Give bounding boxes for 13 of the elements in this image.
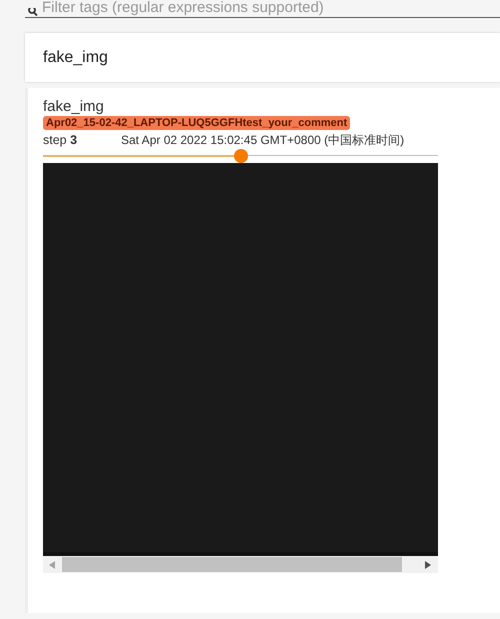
image-tag: fake_img [43, 98, 104, 116]
slider-thumb[interactable] [234, 149, 248, 163]
step-label: step 3 [43, 132, 78, 148]
horizontal-scrollbar[interactable] [43, 556, 438, 573]
scroll-left-icon[interactable] [49, 560, 55, 568]
card-title: fake_img [43, 48, 108, 68]
run-chip: Apr02_15-02-42_LAPTOP-LUQ5GGFHtest_your_comment [43, 116, 350, 130]
scrollbar-thumb[interactable] [62, 557, 402, 572]
timestamp: Sat Apr 02 2022 15:02:45 GMT+0800 (中国标准时间) [121, 132, 404, 148]
search-icon [28, 8, 38, 16]
scroll-right-icon[interactable] [425, 560, 431, 568]
search-field[interactable]: Filter tags (regular expressions supported) [25, 0, 500, 18]
step-slider[interactable] [43, 149, 438, 163]
